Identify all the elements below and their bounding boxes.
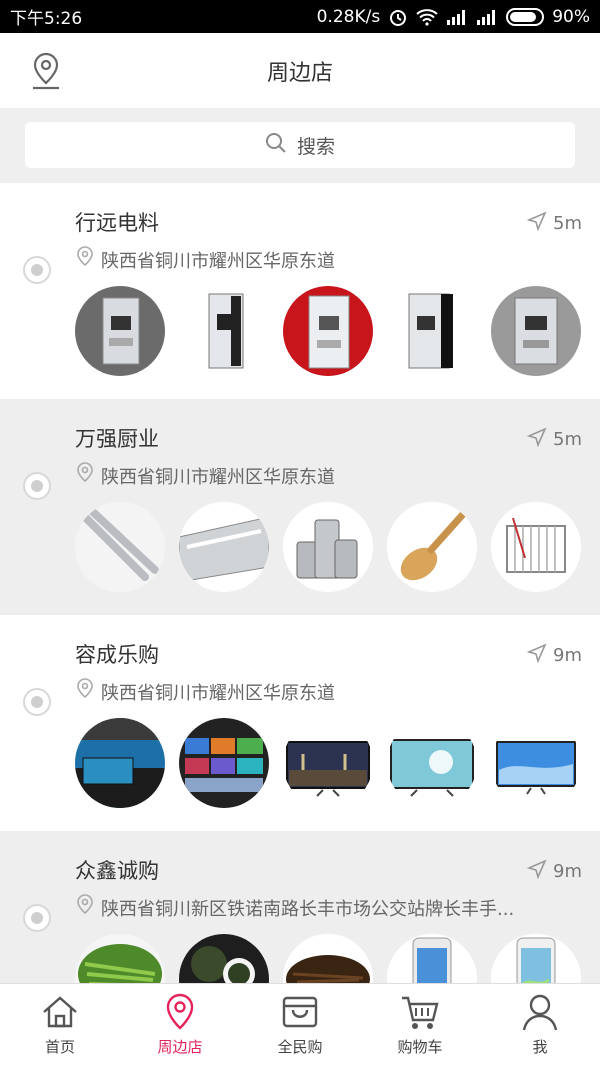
store-card[interactable]: 万强厨业 5m 陕西省铜川市耀州区华原东道 — [0, 399, 600, 615]
product-thumbnails — [75, 502, 581, 592]
navigation-arrow-icon — [526, 427, 547, 452]
product-thumbnail[interactable] — [283, 934, 373, 983]
home-icon — [43, 996, 77, 1028]
tab-label: 我 — [532, 1038, 548, 1056]
location-pin-icon — [75, 678, 95, 705]
location-pin-icon — [166, 993, 194, 1030]
search-placeholder: 搜索 — [296, 135, 335, 158]
product-thumbnail[interactable] — [283, 502, 373, 592]
store-name: 容成乐购 — [75, 643, 159, 667]
tab-label: 购物车 — [397, 1038, 443, 1056]
status-time: 下午5:26 — [10, 9, 83, 29]
store-list[interactable]: 行远电料 5m 陕西省铜川市耀州区华原东道 万强厨业 5m 陕西省铜川市耀州区华… — [0, 183, 600, 983]
product-thumbnail[interactable] — [179, 286, 269, 376]
store-address: 陕西省铜川新区铁诺南路长丰市场公交站牌长丰手... — [75, 894, 575, 921]
search-input[interactable]: 搜索 — [25, 122, 575, 168]
store-distance: 9m — [526, 859, 582, 884]
store-card[interactable]: 行远电料 5m 陕西省铜川市耀州区华原东道 — [0, 183, 600, 399]
signal-icon — [476, 9, 498, 25]
battery-icon — [506, 7, 545, 26]
product-thumbnail[interactable] — [387, 502, 477, 592]
tab-label: 周边店 — [157, 1038, 203, 1056]
map-pin-icon[interactable] — [26, 51, 66, 91]
timeline-dot — [23, 904, 51, 932]
navigation-arrow-icon — [526, 211, 547, 236]
product-thumbnails — [75, 286, 581, 376]
store-address: 陕西省铜川市耀州区华原东道 — [75, 462, 575, 489]
tab-nearby-stores[interactable]: 周边店 — [120, 984, 240, 1067]
product-thumbnail[interactable] — [491, 502, 581, 592]
location-pin-icon — [75, 462, 95, 489]
product-thumbnail[interactable] — [491, 718, 581, 808]
product-thumbnail[interactable] — [75, 718, 165, 808]
network-speed: 0.28K/s — [316, 6, 381, 27]
location-pin-icon — [75, 894, 95, 921]
navigation-arrow-icon — [526, 859, 547, 884]
store-distance: 5m — [526, 211, 582, 236]
shopping-bag-icon — [282, 996, 318, 1028]
store-name: 众鑫诚购 — [75, 859, 159, 883]
store-name: 行远电料 — [75, 211, 159, 235]
product-thumbnail[interactable] — [75, 286, 165, 376]
store-distance: 9m — [526, 643, 582, 668]
product-thumbnails — [75, 718, 581, 808]
product-thumbnail[interactable] — [491, 286, 581, 376]
location-pin-icon — [75, 246, 95, 273]
product-thumbnail[interactable] — [491, 934, 581, 983]
user-icon — [522, 994, 558, 1031]
tab-me[interactable]: 我 — [480, 984, 600, 1067]
product-thumbnail[interactable] — [75, 934, 165, 983]
product-thumbnail[interactable] — [179, 934, 269, 983]
product-thumbnail[interactable] — [387, 934, 477, 983]
product-thumbnails — [75, 934, 581, 983]
tab-label: 首页 — [44, 1038, 75, 1056]
product-thumbnail[interactable] — [179, 718, 269, 808]
store-name: 万强厨业 — [75, 427, 159, 451]
product-thumbnail[interactable] — [387, 286, 477, 376]
product-thumbnail[interactable] — [179, 502, 269, 592]
header: 周边店 — [0, 33, 600, 108]
tab-cart[interactable]: 购物车 — [360, 984, 480, 1067]
tab-group-buy[interactable]: 全民购 — [240, 984, 360, 1067]
product-thumbnail[interactable] — [283, 286, 373, 376]
store-address: 陕西省铜川市耀州区华原东道 — [75, 246, 575, 273]
product-thumbnail[interactable] — [283, 718, 373, 808]
cart-icon — [402, 996, 439, 1029]
signal-icon — [446, 9, 468, 25]
alarm-icon — [388, 7, 408, 27]
timeline-dot — [23, 472, 51, 500]
battery-level: 90% — [552, 6, 590, 27]
product-thumbnail[interactable] — [75, 502, 165, 592]
store-address: 陕西省铜川市耀州区华原东道 — [75, 678, 575, 705]
tab-home[interactable]: 首页 — [0, 984, 120, 1067]
navigation-arrow-icon — [526, 643, 547, 668]
store-card[interactable]: 众鑫诚购 9m 陕西省铜川新区铁诺南路长丰市场公交站牌长丰手... — [0, 831, 600, 983]
bottom-tab-bar: 首页 周边店 全民购 购物车 我 — [0, 983, 600, 1067]
store-distance: 5m — [526, 427, 582, 452]
timeline-dot — [23, 256, 51, 284]
status-bar: 下午5:26 0.28K/s 90% — [0, 0, 600, 33]
tab-label: 全民购 — [277, 1038, 323, 1056]
search-bar: 搜索 — [0, 108, 600, 183]
store-card[interactable]: 容成乐购 9m 陕西省铜川市耀州区华原东道 — [0, 615, 600, 831]
timeline-dot — [23, 688, 51, 716]
page-title: 周边店 — [266, 60, 333, 86]
product-thumbnail[interactable] — [387, 718, 477, 808]
wifi-icon — [416, 8, 438, 26]
search-icon — [265, 132, 287, 159]
